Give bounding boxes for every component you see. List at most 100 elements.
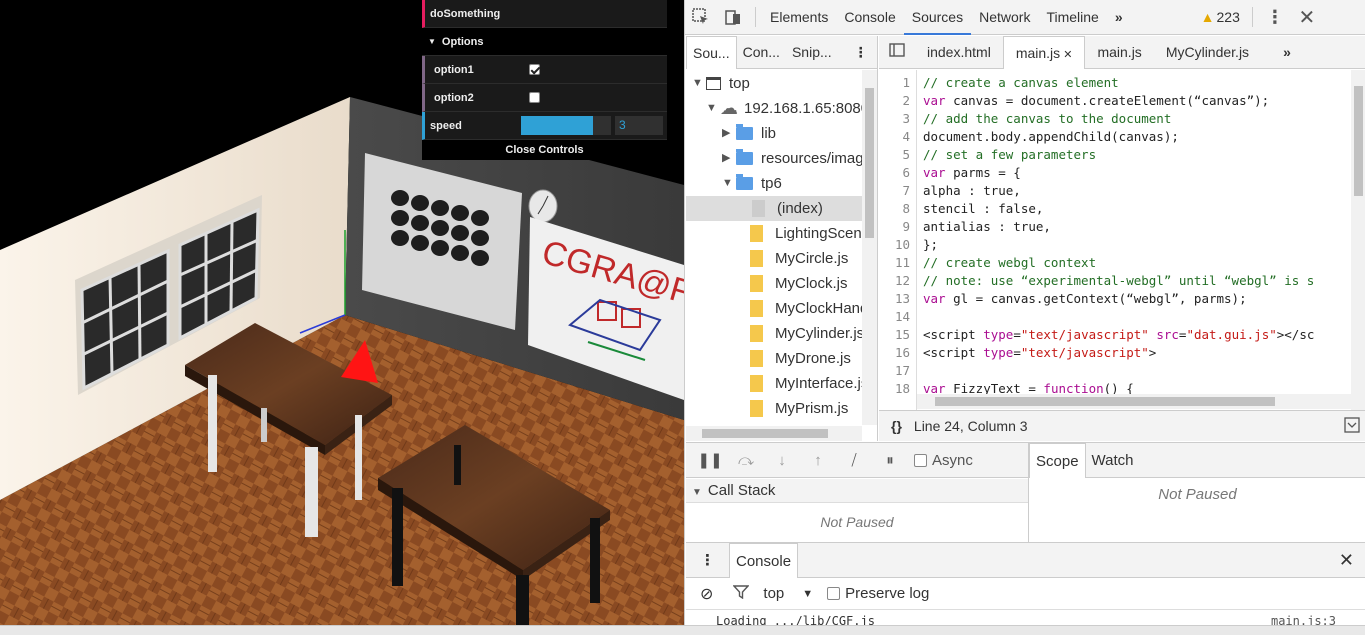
context-dropdown-icon[interactable]: ▼ [788, 588, 827, 600]
preserve-log-checkbox[interactable] [827, 587, 841, 600]
line-number[interactable]: 15 [895, 326, 910, 344]
tree-item[interactable]: ▼ tp6 [722, 171, 782, 196]
expand-down-icon[interactable]: ▼ [692, 71, 706, 96]
line-number[interactable]: 13 [895, 290, 910, 308]
code-area[interactable]: 1 2 3 4 5 6 7 8 9 10 11 12 13 14 15 16 17 18 // create a … [879, 70, 1351, 410]
step-over-icon[interactable]: ⤼ [728, 452, 764, 469]
tree-item[interactable]: MyCylinder.js [736, 321, 864, 346]
tree-item[interactable]: MyPrism.js [736, 396, 848, 421]
tree-item[interactable]: ▼ top [692, 71, 750, 96]
filter-icon[interactable] [723, 584, 759, 603]
editor-tab[interactable]: main.js [1085, 36, 1153, 69]
clear-console-icon[interactable]: ⊘ [686, 584, 723, 604]
line-number[interactable]: 4 [902, 128, 910, 146]
editor-hscrollbar[interactable] [917, 394, 1351, 409]
toggle-drawer-icon[interactable] [1344, 416, 1360, 436]
device-mode-icon[interactable] [717, 0, 749, 35]
line-number[interactable]: 1 [902, 74, 910, 92]
context-select[interactable]: top [759, 585, 788, 602]
option1-checkbox[interactable] [529, 64, 540, 75]
tab-console-drawer[interactable]: Console [729, 542, 799, 578]
editor-vscrollbar[interactable] [1351, 70, 1365, 410]
tree-item[interactable]: MyClockHand.js [736, 296, 877, 321]
webgl-canvas[interactable]: CGRA@FEUP doSomething ▼ Options option1 … [0, 0, 684, 625]
tree-vscroll-thumb[interactable] [865, 88, 874, 238]
editor-tab[interactable]: MyCylinder.js [1154, 36, 1261, 69]
line-number[interactable]: 5 [902, 146, 910, 164]
close-devtools-icon[interactable]: ✕ [1291, 0, 1323, 35]
tab-scope[interactable]: Scope [1029, 442, 1086, 478]
call-stack-header[interactable]: ▼ Call Stack [686, 479, 1028, 503]
line-number[interactable]: 12 [895, 272, 910, 290]
pause-icon[interactable]: ❚❚ [692, 451, 728, 469]
line-number[interactable]: 6 [902, 164, 910, 182]
async-checkbox[interactable] [914, 453, 927, 467]
speed-input[interactable]: 3 [615, 116, 663, 135]
tree-item[interactable]: ▶ resources/images [722, 146, 877, 171]
line-number[interactable]: 17 [895, 362, 910, 380]
collapse-right-icon[interactable]: ▶ [722, 121, 736, 146]
option2-checkbox[interactable] [529, 92, 540, 103]
nav-tab-content-scripts[interactable]: Con... [737, 36, 786, 69]
close-tab-icon[interactable]: ✕ [1060, 49, 1072, 61]
tree-hscroll-thumb[interactable] [702, 429, 828, 438]
collapse-right-icon[interactable]: ▶ [722, 146, 736, 171]
nav-tab-snippets[interactable]: Snip... [786, 36, 838, 69]
tree-item[interactable]: MyInterface.js [736, 371, 868, 396]
tree-item[interactable]: LightingScene.js [736, 221, 877, 246]
editor-tab[interactable]: main.js ✕ [1002, 35, 1086, 69]
expand-down-icon[interactable]: ▼ [706, 96, 720, 121]
console-message-source[interactable]: main.js:3 [1271, 610, 1336, 626]
tree-vscrollbar[interactable] [862, 70, 877, 425]
step-into-icon[interactable]: ↓ [764, 452, 800, 469]
line-number[interactable]: 2 [902, 92, 910, 110]
tree-item[interactable]: (index) [686, 196, 862, 221]
line-number[interactable]: 7 [902, 182, 910, 200]
line-number[interactable]: 8 [902, 200, 910, 218]
tree-item-label: MyPrism.js [775, 400, 849, 417]
more-editor-tabs-icon[interactable]: » [1271, 36, 1303, 69]
tab-network[interactable]: Network [971, 0, 1038, 35]
options-folder-toggle[interactable]: ▼ Options [422, 28, 667, 56]
line-number[interactable]: 9 [902, 218, 910, 236]
warnings-indicator[interactable]: ▲ 223 [1201, 9, 1240, 25]
do-something-button[interactable]: doSomething [422, 0, 667, 28]
tab-console[interactable]: Console [836, 0, 903, 35]
inspect-element-icon[interactable] [685, 0, 717, 35]
line-number[interactable]: 14 [895, 308, 910, 326]
pause-on-exceptions-icon[interactable]: ⏸ [872, 452, 908, 469]
close-controls-button[interactable]: Close Controls [422, 140, 667, 160]
editor-tab[interactable]: index.html [915, 36, 1003, 69]
line-number[interactable]: 11 [895, 254, 910, 272]
js-file-icon [750, 275, 763, 292]
menu-kebab-icon[interactable]: ⋮ [1259, 0, 1291, 35]
more-tabs-icon[interactable]: » [1107, 0, 1131, 35]
tree-hscrollbar[interactable] [686, 426, 862, 441]
deactivate-breakpoints-icon[interactable]: ⧸ [836, 452, 872, 469]
tab-timeline[interactable]: Timeline [1038, 0, 1106, 35]
tab-elements[interactable]: Elements [762, 0, 836, 35]
navigator-menu-icon[interactable]: ⋮ [848, 36, 874, 69]
tree-item[interactable]: MyDrone.js [736, 346, 851, 371]
line-number[interactable]: 10 [895, 236, 910, 254]
drawer-menu-icon[interactable]: ⋮ [686, 551, 729, 569]
close-drawer-icon[interactable]: ✕ [1339, 550, 1354, 571]
pretty-print-icon[interactable]: {} [879, 418, 914, 434]
tree-item[interactable]: MyClock.js [736, 271, 848, 296]
expand-down-icon[interactable]: ▼ [722, 171, 736, 196]
tree-item[interactable]: ▶ lib [722, 121, 776, 146]
editor-vscroll-thumb[interactable] [1354, 86, 1363, 196]
step-out-icon[interactable]: ↑ [800, 452, 836, 469]
speed-slider[interactable] [521, 116, 611, 135]
tree-item[interactable]: ▼ ☁ 192.168.1.65:8080 [706, 96, 869, 121]
tab-watch[interactable]: Watch [1086, 443, 1140, 478]
line-number[interactable]: 16 [895, 344, 910, 362]
nav-tab-sources[interactable]: Sou... [686, 35, 737, 69]
editor-hscroll-thumb[interactable] [935, 397, 1275, 406]
line-number[interactable]: 3 [902, 110, 910, 128]
line-number[interactable]: 18 [895, 380, 910, 398]
tab-sources[interactable]: Sources [903, 0, 972, 35]
toggle-navigator-icon[interactable] [879, 36, 915, 69]
tree-item[interactable]: MyCircle.js [736, 246, 848, 271]
debugger-toolbar: ❚❚ ⤼ ↓ ↑ ⧸ ⏸ Async [686, 443, 1028, 478]
